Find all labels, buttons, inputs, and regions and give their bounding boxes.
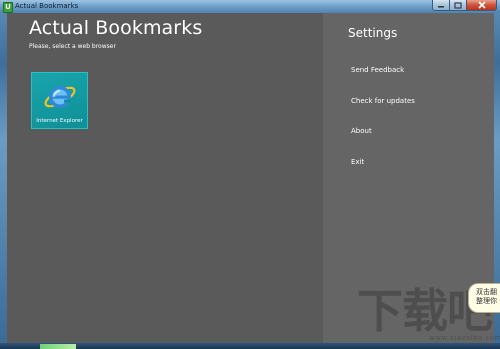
settings-title: Settings <box>348 26 398 40</box>
taskbar-item[interactable] <box>40 344 76 349</box>
browser-tile-internet-explorer[interactable]: Internet Explorer <box>31 72 88 129</box>
send-feedback-link[interactable]: Send Feedback <box>351 66 404 74</box>
sticky-note-line: 整理你 <box>476 297 497 305</box>
internet-explorer-icon <box>44 86 76 108</box>
minimize-button[interactable] <box>432 0 450 11</box>
app-icon[interactable]: U <box>3 2 13 13</box>
sticky-note-line: 双击翻 <box>476 288 497 296</box>
watermark-url: www.xiazaiba.com <box>429 334 500 342</box>
caption-buttons <box>432 0 497 11</box>
check-for-updates-link[interactable]: Check for updates <box>351 97 415 105</box>
maximize-icon <box>454 1 462 9</box>
exit-link[interactable]: Exit <box>351 158 364 166</box>
close-icon <box>477 1 486 9</box>
sticky-note[interactable]: 双击翻 整理你 <box>468 283 500 313</box>
browser-prompt: Please, select a web browser <box>29 43 116 50</box>
minimize-icon <box>438 6 444 8</box>
window-title: Actual Bookmarks <box>15 2 79 10</box>
app-title: Actual Bookmarks <box>29 17 203 39</box>
close-button[interactable] <box>467 0 497 11</box>
browser-tile-label: Internet Explorer <box>36 118 83 124</box>
maximize-button[interactable] <box>450 0 467 11</box>
title-bar[interactable]: U Actual Bookmarks <box>0 0 500 13</box>
about-link[interactable]: About <box>351 127 372 135</box>
